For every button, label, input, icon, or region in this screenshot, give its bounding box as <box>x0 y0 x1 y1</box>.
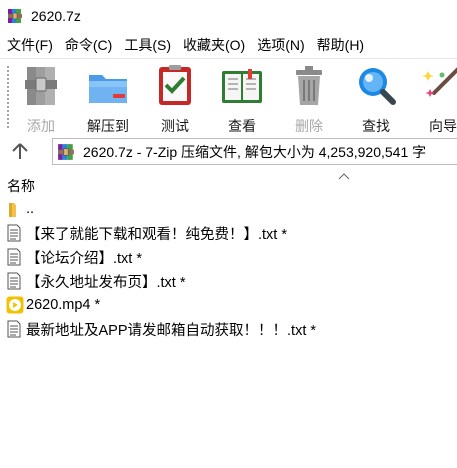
menu-bar: 文件(F) 命令(C) 工具(S) 收藏夹(O) 选项(N) 帮助(H) <box>0 32 457 58</box>
menu-options[interactable]: 选项(N) <box>251 32 310 58</box>
menu-file[interactable]: 文件(F) <box>0 32 59 58</box>
menu-help[interactable]: 帮助(H) <box>311 32 370 58</box>
text-file-icon <box>7 224 21 242</box>
column-header: 名称 <box>0 172 457 196</box>
address-path-field[interactable]: 2620.7z - 7-Zip 压缩文件, 解包大小为 4,253,920,54… <box>52 138 457 165</box>
list-item[interactable]: 2620.mp4 * <box>0 293 457 317</box>
delete-label: 删除 <box>295 118 323 134</box>
list-item[interactable]: 【来了就能下载和观看！纯免费！】.txt * <box>0 221 457 245</box>
extract-label: 解压到 <box>87 118 129 134</box>
magic-wand-icon <box>422 67 457 97</box>
list-item[interactable]: 【论坛介绍】.txt * <box>0 245 457 269</box>
menu-command[interactable]: 命令(C) <box>59 32 118 58</box>
find-label: 查找 <box>362 118 390 134</box>
window-title: 2620.7z <box>31 8 81 24</box>
up-arrow-icon[interactable] <box>8 141 32 161</box>
file-name: 【来了就能下载和观看！纯免费！】.txt * <box>26 226 288 243</box>
test-label: 测试 <box>161 118 189 134</box>
address-path-text: 2620.7z - 7-Zip 压缩文件, 解包大小为 4,253,920,54… <box>83 143 427 160</box>
add-label: 添加 <box>27 118 55 134</box>
add-button[interactable]: 添加 <box>8 63 74 134</box>
sort-ascending-icon <box>338 173 350 180</box>
test-checklist-icon <box>159 65 191 105</box>
list-item-parent[interactable]: .. <box>0 197 457 221</box>
wizard-button[interactable]: 向导 <box>410 63 457 134</box>
menu-favorites[interactable]: 收藏夹(O) <box>177 32 251 58</box>
file-name: 2620.mp4 * <box>26 297 101 313</box>
address-bar: 2620.7z - 7-Zip 压缩文件, 解包大小为 4,253,920,54… <box>0 137 457 165</box>
test-button[interactable]: 测试 <box>142 63 208 134</box>
folder-icon <box>9 203 16 217</box>
title-bar: 2620.7z <box>0 0 457 32</box>
magnifier-icon <box>359 68 396 105</box>
toolbar: 添加 解压到 测试 查看 删除 查找 向导 <box>0 58 457 136</box>
text-file-icon <box>7 248 21 266</box>
delete-button[interactable]: 删除 <box>276 63 342 134</box>
list-item[interactable]: 【永久地址发布页】.txt * <box>0 269 457 293</box>
extract-button[interactable]: 解压到 <box>75 63 141 134</box>
file-name: 【永久地址发布页】.txt * <box>26 274 186 291</box>
menu-tools[interactable]: 工具(S) <box>118 32 177 58</box>
winrar-books-icon <box>8 9 22 23</box>
wizard-label: 向导 <box>429 118 457 134</box>
view-button[interactable]: 查看 <box>209 63 275 134</box>
open-book-icon <box>222 69 262 103</box>
trash-can-icon <box>296 66 322 105</box>
list-item[interactable]: 最新地址及APP请发邮箱自动获取！！！.txt * <box>0 317 457 341</box>
file-name: .. <box>26 201 35 217</box>
file-name: 最新地址及APP请发邮箱自动获取！！！.txt * <box>26 322 317 339</box>
archive-add-icon <box>25 67 57 105</box>
text-file-icon <box>7 320 21 338</box>
archive-file-icon <box>58 143 74 160</box>
view-label: 查看 <box>228 118 256 134</box>
find-button[interactable]: 查找 <box>343 63 409 134</box>
folder-extract-icon <box>89 75 127 103</box>
text-file-icon <box>7 272 21 290</box>
column-name-header[interactable]: 名称 <box>7 176 35 196</box>
file-name: 【论坛介绍】.txt * <box>26 250 143 267</box>
video-file-icon <box>6 296 24 314</box>
